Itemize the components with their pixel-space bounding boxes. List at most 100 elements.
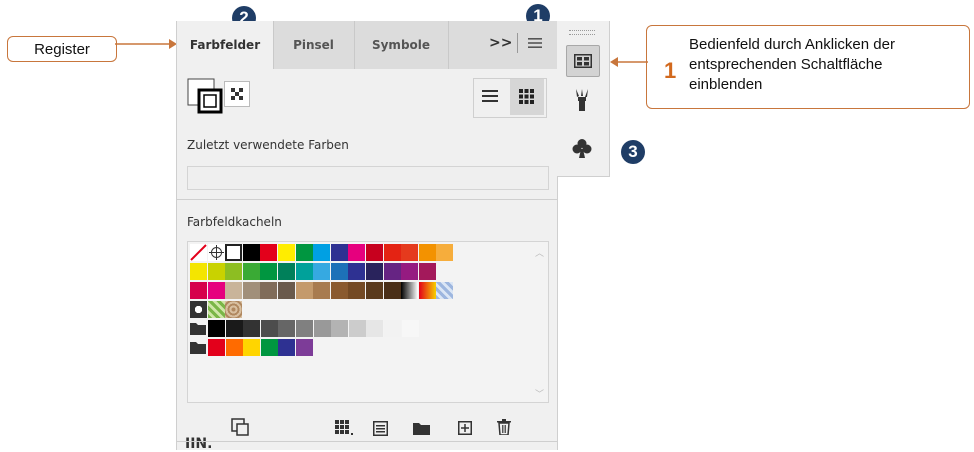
swatch[interactable]	[278, 282, 295, 299]
swatch[interactable]	[366, 263, 383, 280]
badge-3: 3	[621, 140, 645, 164]
swatch[interactable]	[190, 301, 207, 318]
swatch-options-icon[interactable]	[373, 421, 388, 436]
swatch[interactable]	[225, 301, 243, 318]
swatch[interactable]	[225, 339, 243, 356]
step1-callout: 1 Bedienfeld durch Anklicken der entspre…	[646, 25, 970, 109]
grid-view-icon[interactable]	[519, 89, 534, 104]
brushes-panel-button[interactable]	[566, 85, 598, 115]
swatch[interactable]	[348, 263, 366, 280]
swatch[interactable]	[383, 282, 401, 299]
swatch[interactable]	[225, 282, 243, 299]
white-swatch[interactable]	[225, 244, 243, 261]
show-swatch-kinds-icon[interactable]	[335, 420, 355, 436]
swatch[interactable]	[384, 320, 401, 337]
swatch[interactable]	[225, 263, 243, 280]
swatch[interactable]	[383, 263, 401, 280]
swatch[interactable]	[260, 339, 278, 356]
swatch[interactable]	[260, 263, 278, 280]
none-swatch-icon[interactable]	[224, 81, 250, 107]
swatch[interactable]	[418, 263, 436, 280]
swatch[interactable]	[190, 282, 207, 299]
swatch[interactable]	[260, 282, 278, 299]
swatch-grid[interactable]: ︿ ﹀	[187, 241, 549, 403]
scroll-down-arrow[interactable]: ﹀	[535, 387, 544, 400]
swatch[interactable]	[418, 282, 436, 299]
swatch[interactable]	[243, 320, 261, 337]
swatch[interactable]	[243, 339, 261, 356]
swatch[interactable]	[366, 320, 384, 337]
swatch[interactable]	[313, 320, 331, 337]
swatch[interactable]	[401, 263, 419, 280]
dock-bottom	[557, 175, 609, 176]
tab-farbfelder[interactable]: Farbfelder	[177, 21, 274, 69]
swatch[interactable]	[348, 320, 366, 337]
swatch[interactable]	[313, 263, 331, 280]
swatch[interactable]	[260, 244, 278, 261]
swatch[interactable]	[436, 244, 454, 261]
swatch[interactable]	[295, 263, 313, 280]
overflow-tabs-button[interactable]: >>	[489, 35, 512, 51]
swatch[interactable]	[242, 244, 260, 261]
swatch[interactable]	[208, 339, 225, 356]
register-callout: Register	[7, 36, 117, 62]
swatch[interactable]	[242, 263, 260, 280]
swatch[interactable]	[330, 263, 348, 280]
swatch[interactable]	[278, 263, 295, 280]
swatch[interactable]	[190, 263, 207, 280]
swatch[interactable]	[260, 320, 278, 337]
none-swatch[interactable]	[190, 244, 207, 261]
swatch[interactable]	[383, 244, 401, 261]
swatch[interactable]	[313, 282, 331, 299]
registration-swatch[interactable]	[207, 244, 225, 261]
swatch[interactable]	[278, 339, 296, 356]
swatches-panel-button[interactable]	[566, 45, 600, 77]
swatch[interactable]	[330, 282, 348, 299]
swatch[interactable]	[295, 244, 313, 261]
swatch[interactable]	[295, 282, 313, 299]
swatch[interactable]	[278, 320, 296, 337]
color-group-folder-icon[interactable]	[190, 341, 206, 355]
swatch[interactable]	[313, 244, 331, 261]
swatch[interactable]	[418, 244, 436, 261]
swatch[interactable]	[225, 320, 243, 337]
dock-grip[interactable]	[569, 30, 595, 35]
swatch[interactable]	[436, 282, 454, 299]
new-color-group-icon[interactable]	[413, 422, 430, 435]
trash-icon[interactable]	[497, 419, 511, 435]
swatch[interactable]	[401, 244, 419, 261]
tab-symbole-label: Symbole	[371, 38, 431, 52]
color-group-folder-icon[interactable]	[190, 322, 206, 336]
tab-symbole[interactable]: Symbole	[354, 21, 449, 69]
swatch[interactable]	[348, 282, 366, 299]
swatch[interactable]	[207, 263, 225, 280]
swatch[interactable]	[296, 320, 313, 337]
panel-bottom-divider	[177, 441, 557, 442]
swatch[interactable]	[207, 301, 225, 318]
swatch[interactable]	[296, 339, 313, 356]
swatch[interactable]	[366, 244, 383, 261]
swatch[interactable]	[207, 282, 225, 299]
symbols-panel-button[interactable]	[566, 133, 598, 163]
list-view-icon[interactable]	[482, 89, 498, 103]
swatch[interactable]	[348, 244, 366, 261]
swatch[interactable]	[278, 244, 295, 261]
tab-bar: Farbfelder Pinsel Symbole >>	[177, 21, 557, 69]
scroll-up-arrow[interactable]: ︿	[535, 246, 544, 259]
swatch[interactable]	[366, 282, 383, 299]
hamburger-menu-icon[interactable]	[528, 37, 542, 49]
recent-colors-box[interactable]	[187, 166, 549, 190]
fill-stroke-icon[interactable]	[187, 78, 223, 114]
swatch[interactable]	[208, 320, 225, 337]
step1-text: Bedienfeld durch Anklicken der entsprech…	[689, 36, 895, 93]
tab-pinsel[interactable]: Pinsel	[273, 21, 355, 69]
swatch[interactable]	[401, 282, 419, 299]
swatches-label: Farbfeldkacheln	[187, 215, 282, 229]
swatch[interactable]	[331, 320, 349, 337]
place-swatches-icon[interactable]	[231, 418, 249, 436]
tab-pinsel-label: Pinsel	[293, 38, 334, 52]
swatch[interactable]	[401, 320, 419, 337]
new-swatch-icon[interactable]	[458, 421, 472, 435]
swatch[interactable]	[330, 244, 348, 261]
swatch[interactable]	[242, 282, 260, 299]
